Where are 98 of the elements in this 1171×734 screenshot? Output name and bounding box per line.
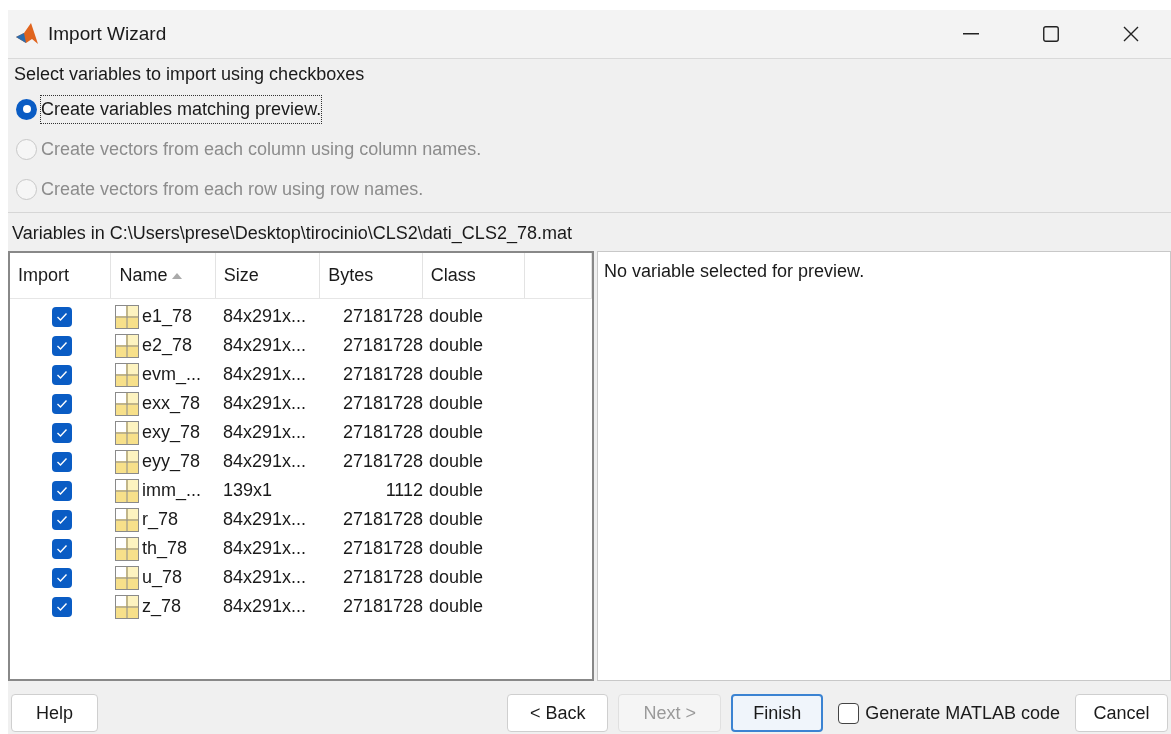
table-cell-text: evm_... xyxy=(142,363,202,387)
table-cell-text: double xyxy=(428,305,485,328)
grid-icon xyxy=(115,449,139,474)
table-cell-text: double xyxy=(428,392,485,415)
radio-label[interactable]: Create variables matching preview. xyxy=(41,95,322,123)
maximize-icon xyxy=(1043,26,1059,42)
generate-code-checkbox[interactable] xyxy=(838,702,860,724)
table-cell-text: exy_78 xyxy=(142,421,201,445)
import-checkbox[interactable] xyxy=(51,567,72,588)
column-header[interactable]: Name xyxy=(111,253,216,298)
check-icon xyxy=(55,601,68,612)
table-cell-text: 84x291x... xyxy=(222,450,308,473)
nav-button[interactable]: < Back xyxy=(507,694,609,732)
table-cell-text: 27181728 xyxy=(341,450,423,473)
minimize-icon xyxy=(963,33,979,35)
path-label: Variables in C:\Users\prese\Desktop\tirocinio\CLS2\dati_CLS2_78.mat xyxy=(11,222,573,246)
import-checkbox[interactable] xyxy=(51,480,72,501)
table-cell-text: 27181728 xyxy=(341,305,423,328)
table-cell-text: double xyxy=(428,421,485,444)
table-cell-text: eyy_78 xyxy=(142,450,201,474)
table-cell-text: 27181728 xyxy=(341,421,423,444)
help-button[interactable]: Help xyxy=(11,694,98,732)
table-cell-text: double xyxy=(428,479,485,502)
table-cell-text: 84x291x... xyxy=(222,334,308,357)
table-cell-text: 84x291x... xyxy=(222,363,308,386)
table-cell-text: double xyxy=(428,595,485,618)
table-cell-text: 27181728 xyxy=(341,566,423,589)
column-header[interactable]: Size xyxy=(215,253,321,298)
grid-icon xyxy=(115,594,139,619)
table-cell-text: double xyxy=(428,537,485,560)
table-cell-text: 84x291x... xyxy=(222,508,308,531)
check-icon xyxy=(55,369,68,380)
grid-icon xyxy=(115,565,139,590)
grid-icon xyxy=(115,391,139,416)
table-cell-text: 27181728 xyxy=(341,595,423,618)
import-checkbox[interactable] xyxy=(51,364,72,385)
table-cell-text: 84x291x... xyxy=(222,305,308,328)
grid-icon xyxy=(115,304,139,329)
import-checkbox[interactable] xyxy=(51,509,72,530)
import-checkbox[interactable] xyxy=(51,335,72,356)
table-cell-text: 27181728 xyxy=(341,537,423,560)
table-cell-text: 84x291x... xyxy=(222,595,308,618)
import-checkbox[interactable] xyxy=(51,451,72,472)
table-cell-text: r_78 xyxy=(142,508,179,532)
preview-message: No variable selected for preview. xyxy=(604,261,865,281)
column-header[interactable]: Class xyxy=(422,253,526,298)
check-icon xyxy=(55,340,68,351)
check-icon xyxy=(55,543,68,554)
check-icon xyxy=(55,572,68,583)
table-cell-text: 84x291x... xyxy=(222,566,308,589)
table-cell-text: double xyxy=(428,508,485,531)
table-cell-text: th_78 xyxy=(142,537,188,561)
import-checkbox[interactable] xyxy=(51,422,72,443)
table-cell-text: e2_78 xyxy=(142,334,193,358)
table-cell-text: imm_... xyxy=(142,479,201,503)
check-icon xyxy=(55,398,68,409)
app-logo-icon xyxy=(14,21,40,47)
check-icon xyxy=(55,514,68,525)
import-checkbox[interactable] xyxy=(51,393,72,414)
grid-icon xyxy=(115,507,139,532)
table-cell-text: exx_78 xyxy=(142,392,201,416)
table-cell-text: 84x291x... xyxy=(222,392,308,415)
table-cell-text: 27181728 xyxy=(341,363,423,386)
table-cell-text: 84x291x... xyxy=(222,537,308,560)
grid-icon xyxy=(115,420,139,445)
import-checkbox[interactable] xyxy=(51,306,72,327)
table-cell-text: 27181728 xyxy=(341,392,423,415)
cancel-button[interactable]: Cancel xyxy=(1075,694,1168,732)
grid-icon xyxy=(115,333,139,358)
import-checkbox[interactable] xyxy=(51,538,72,559)
table-cell-text: double xyxy=(428,334,485,357)
check-icon xyxy=(55,456,68,467)
nav-button[interactable]: Finish xyxy=(731,694,824,732)
table-cell-text: 1112 xyxy=(384,479,423,502)
table-cell-text: e1_78 xyxy=(142,305,193,329)
checkbox-label[interactable]: Generate MATLAB code xyxy=(865,699,1060,727)
instruction-text: Select variables to import using checkboxes xyxy=(13,63,366,86)
grid-icon xyxy=(115,478,139,503)
table-cell-text: double xyxy=(428,450,485,473)
table-cell-text: 27181728 xyxy=(341,508,423,531)
column-header[interactable]: Import xyxy=(10,253,112,298)
table-cell-text: 139x1 xyxy=(222,479,274,502)
check-icon xyxy=(55,485,68,496)
grid-icon xyxy=(115,362,139,387)
table-cell-text: u_78 xyxy=(142,566,183,590)
table-cell-text: double xyxy=(428,566,485,589)
import-checkbox[interactable] xyxy=(51,596,72,617)
check-icon xyxy=(55,311,68,322)
radio-button[interactable] xyxy=(16,98,37,120)
table-cell-text: 27181728 xyxy=(341,334,423,357)
check-icon xyxy=(55,427,68,438)
table-cell-text: double xyxy=(428,363,485,386)
grid-icon xyxy=(115,536,139,561)
window-title: Import Wizard xyxy=(48,21,167,46)
table-cell-text: z_78 xyxy=(142,595,182,619)
table-cell-text: 84x291x... xyxy=(222,421,308,444)
column-header[interactable]: Bytes xyxy=(320,253,423,298)
close-icon xyxy=(1123,26,1139,42)
